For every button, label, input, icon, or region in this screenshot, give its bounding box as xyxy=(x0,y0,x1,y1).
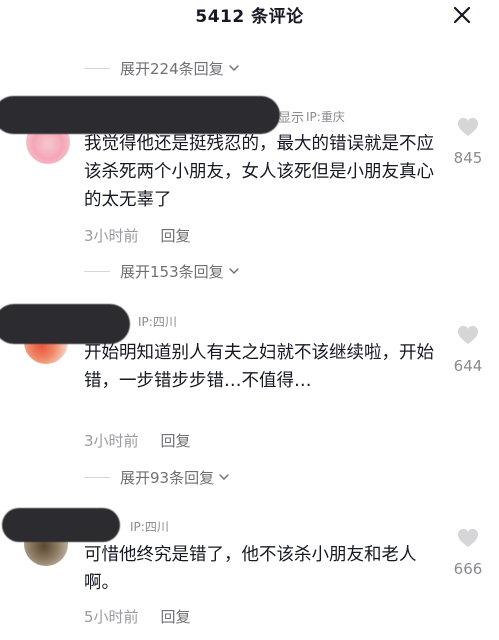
comment-time: 3小时前 xyxy=(84,432,139,450)
expand-replies-label[interactable]: 展开93条回复 xyxy=(120,467,214,488)
username-redacted xyxy=(0,304,130,344)
comment-meta: 3小时前 回复 xyxy=(84,225,191,246)
ip-location: IP:四川 xyxy=(138,315,177,329)
comments-panel: 5412 条评论 展开224条回复 显示 IP:重庆 我觉得他还是挺残忍的，最大… xyxy=(0,0,499,640)
username-tail: 显示 xyxy=(278,111,305,126)
comment-time: 5小时前 xyxy=(84,608,139,626)
comment-meta: 5小时前 回复 xyxy=(84,606,191,627)
divider xyxy=(84,476,110,478)
expand-replies-label[interactable]: 展开224条回复 xyxy=(120,58,224,79)
expand-replies-label[interactable]: 展开153条回复 xyxy=(120,261,224,282)
comment-text: 开始明知道别人有夫之妇就不该继续啦，开始错，一步错步步错…不值得… xyxy=(84,343,434,391)
divider xyxy=(84,270,110,272)
ip-location: IP:重庆 xyxy=(306,110,345,124)
comment-text: 我觉得他还是挺残忍的，最大的错误就是不应该杀死两个小朋友，女人该死但是小朋友真心… xyxy=(84,134,434,210)
heart-icon[interactable] xyxy=(457,325,479,345)
like-control[interactable]: 666 xyxy=(448,528,488,578)
username-redacted xyxy=(2,508,120,542)
reply-button[interactable]: 回复 xyxy=(161,432,191,450)
divider xyxy=(84,67,110,69)
expand-replies-row[interactable]: 展开93条回复 xyxy=(84,466,230,488)
comment-count: 5412 xyxy=(195,7,245,27)
heart-icon[interactable] xyxy=(457,117,479,137)
chevron-down-icon xyxy=(219,474,229,480)
username-redacted xyxy=(0,96,280,134)
chevron-down-icon xyxy=(228,65,239,71)
comment-count-suffix: 条评论 xyxy=(251,7,304,27)
comment-text: 可惜他终究是错了，他不该杀小朋友和老人啊。 xyxy=(84,545,417,593)
heart-icon[interactable] xyxy=(457,528,479,548)
expand-replies-row[interactable]: 展开153条回复 xyxy=(84,260,240,282)
reply-button[interactable]: 回复 xyxy=(161,227,191,245)
like-control[interactable]: 644 xyxy=(448,325,488,375)
expand-replies-row[interactable]: 展开224条回复 xyxy=(84,57,240,79)
like-control[interactable]: 845 xyxy=(448,117,488,167)
chevron-down-icon xyxy=(228,268,239,274)
like-count: 845 xyxy=(453,149,483,167)
comment-count-title: 5412 条评论 xyxy=(0,2,499,27)
like-count: 666 xyxy=(453,560,483,578)
comment-time: 3小时前 xyxy=(84,227,139,245)
comment-meta: 3小时前 回复 xyxy=(84,430,191,451)
close-icon[interactable] xyxy=(453,6,471,24)
like-count: 644 xyxy=(453,357,483,375)
comments-header: 5412 条评论 xyxy=(0,0,499,32)
ip-location: IP:四川 xyxy=(130,520,169,534)
reply-button[interactable]: 回复 xyxy=(161,608,191,626)
